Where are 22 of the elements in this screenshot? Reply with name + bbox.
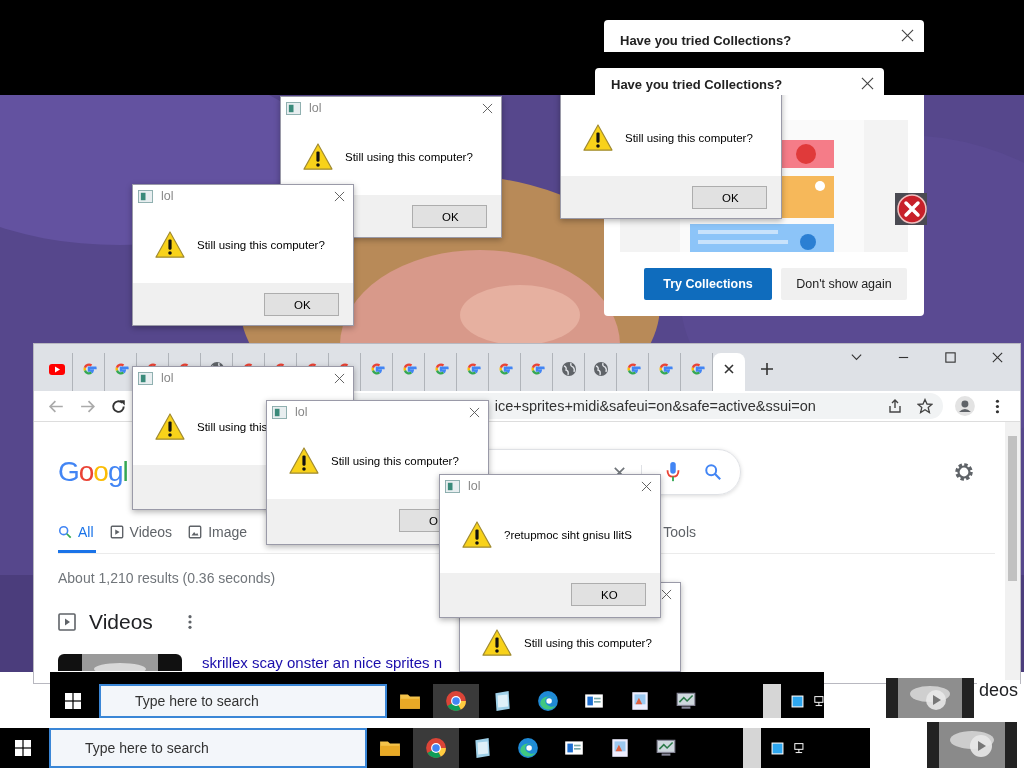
paint-icon[interactable] <box>609 737 631 759</box>
network-icon[interactable] <box>814 694 827 708</box>
close-icon[interactable] <box>901 29 914 42</box>
windows-logo-icon[interactable] <box>15 740 31 756</box>
notification-square-icon[interactable] <box>771 741 784 755</box>
close-icon[interactable] <box>861 77 874 90</box>
network-icon[interactable] <box>794 741 807 755</box>
chrome-icon <box>445 690 467 712</box>
edge-icon[interactable] <box>537 690 559 712</box>
search-field[interactable]: Type here to search <box>49 728 367 768</box>
search-field[interactable]: Type here to search <box>99 684 387 718</box>
monitor-icon[interactable] <box>675 690 697 712</box>
paint-icon[interactable] <box>629 690 651 712</box>
notification-square-icon[interactable] <box>791 694 804 708</box>
windows-logo-icon[interactable] <box>65 693 81 709</box>
browser-taskbar-button[interactable] <box>433 684 479 718</box>
chrome-icon <box>425 737 447 759</box>
popup-title: Have you tried Collections? <box>611 77 783 92</box>
monitor-icon[interactable] <box>655 737 677 759</box>
popup-title: Have you tried Collections? <box>620 33 792 48</box>
browser-taskbar-button[interactable] <box>413 728 459 768</box>
edge-icon[interactable] <box>517 737 539 759</box>
